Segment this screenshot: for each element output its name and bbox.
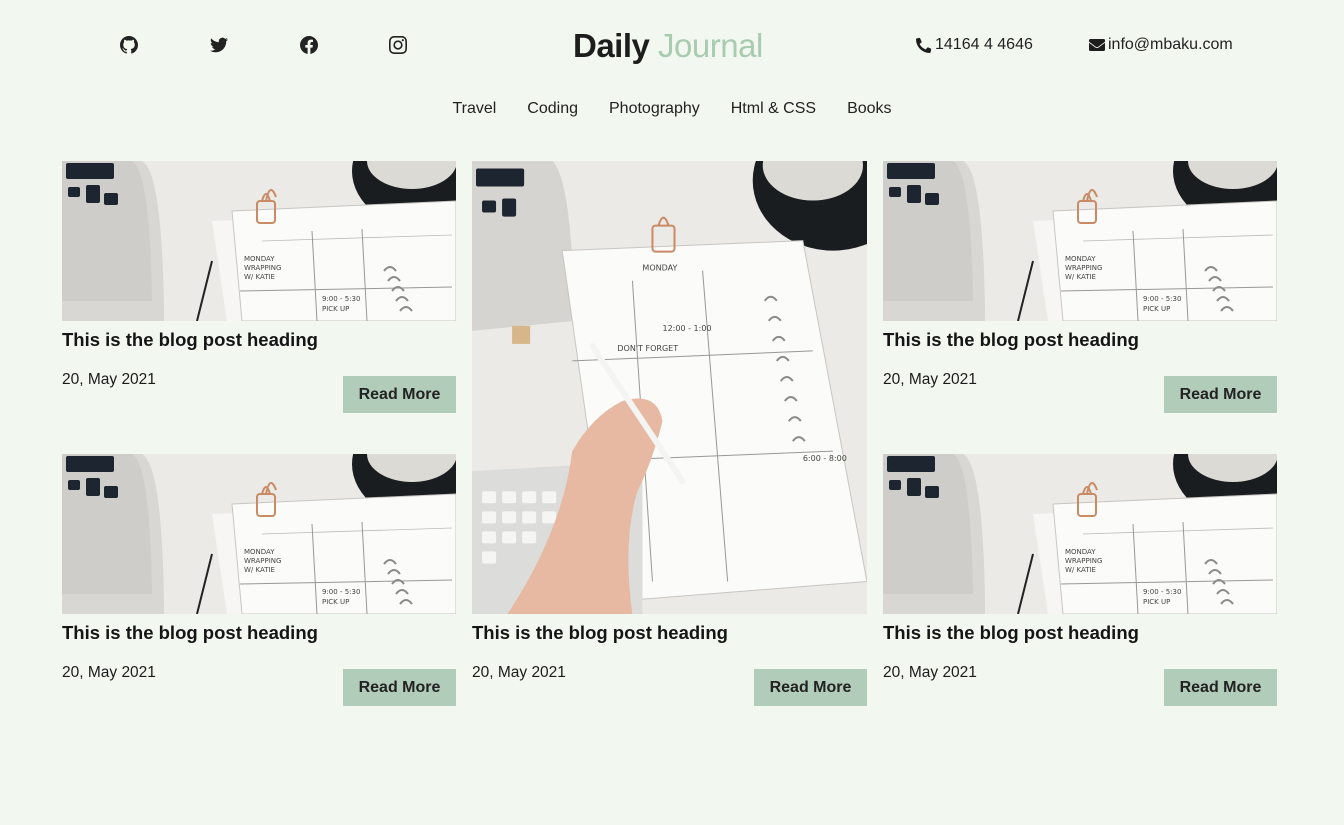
post-heading[interactable]: This is the blog post heading <box>472 622 728 644</box>
read-more-button[interactable]: Read More <box>1164 669 1277 706</box>
nav-item-html-css[interactable]: Html & CSS <box>731 100 816 118</box>
brand-part2: Journal <box>658 27 763 64</box>
post-image[interactable] <box>62 454 456 614</box>
main-nav: Travel Coding Photography Html & CSS Boo… <box>0 100 1344 118</box>
post-date: 20, May 2021 <box>472 664 566 681</box>
email-contact[interactable]: info@mbaku.com <box>1089 36 1233 54</box>
nav-item-coding[interactable]: Coding <box>527 100 578 118</box>
post-date: 20, May 2021 <box>62 371 156 388</box>
phone-icon <box>916 37 932 53</box>
envelope-icon <box>1089 39 1105 51</box>
blog-post-card: This is the blog post heading 20, May 20… <box>883 161 1277 414</box>
nav-item-travel[interactable]: Travel <box>452 100 496 118</box>
post-heading[interactable]: This is the blog post heading <box>883 622 1139 644</box>
blog-post-card: This is the blog post heading 20, May 20… <box>62 454 456 707</box>
post-heading[interactable]: This is the blog post heading <box>62 329 318 351</box>
github-icon[interactable] <box>120 36 138 54</box>
phone-number: 14164 4 4646 <box>935 36 1033 53</box>
read-more-button[interactable]: Read More <box>343 669 456 706</box>
phone-contact[interactable]: 14164 4 4646 <box>916 36 1033 54</box>
blog-post-card: This is the blog post heading 20, May 20… <box>472 161 867 707</box>
brand-part1: Daily <box>573 27 650 64</box>
read-more-button[interactable]: Read More <box>1164 376 1277 413</box>
nav-item-books[interactable]: Books <box>847 100 891 118</box>
post-heading[interactable]: This is the blog post heading <box>62 622 318 644</box>
post-date: 20, May 2021 <box>883 664 977 681</box>
post-image[interactable] <box>472 161 867 614</box>
facebook-icon[interactable] <box>300 36 318 54</box>
post-date: 20, May 2021 <box>883 371 977 388</box>
post-image[interactable] <box>62 161 456 321</box>
blog-post-card: This is the blog post heading 20, May 20… <box>883 454 1277 707</box>
read-more-button[interactable]: Read More <box>343 376 456 413</box>
site-logo[interactable]: Daily Journal <box>573 27 763 65</box>
email-address: info@mbaku.com <box>1108 36 1233 53</box>
instagram-icon[interactable] <box>389 36 407 54</box>
nav-item-photography[interactable]: Photography <box>609 100 700 118</box>
post-heading[interactable]: This is the blog post heading <box>883 329 1139 351</box>
twitter-icon[interactable] <box>210 36 228 54</box>
read-more-button[interactable]: Read More <box>754 669 867 706</box>
post-date: 20, May 2021 <box>62 664 156 681</box>
post-image[interactable] <box>883 454 1277 614</box>
blog-post-card: This is the blog post heading 20, May 20… <box>62 161 456 414</box>
site-header: Daily Journal 14164 4 4646 info@mbaku.co… <box>0 0 1344 90</box>
post-image[interactable] <box>883 161 1277 321</box>
